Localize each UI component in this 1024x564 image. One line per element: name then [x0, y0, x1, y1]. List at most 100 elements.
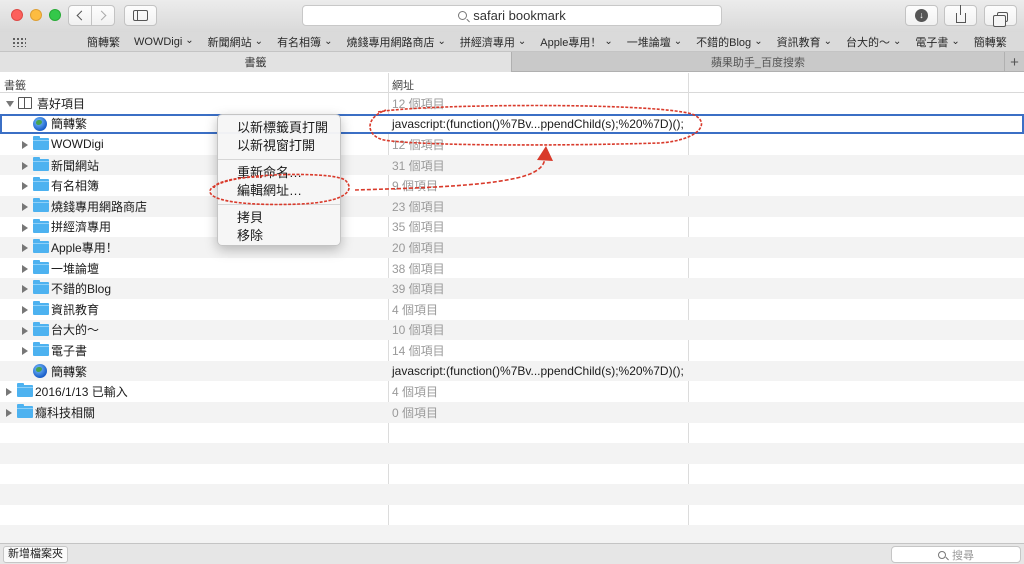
- disclosure-closed-icon[interactable]: [22, 244, 28, 253]
- forward-button[interactable]: [91, 5, 115, 26]
- bookmark-name: 一堆論壇: [51, 261, 100, 276]
- search-icon: [938, 550, 946, 559]
- folder-row[interactable]: WOWDigi 12 個項目: [0, 134, 1024, 155]
- window-toolbar: safari bookmark ↓: [0, 0, 1024, 32]
- bookmark-name: 拼經濟專用: [51, 220, 112, 235]
- item-count: 35 個項目: [392, 220, 445, 235]
- bookmark-search-field[interactable]: 搜尋: [891, 546, 1021, 563]
- item-count: 4 個項目: [392, 302, 439, 317]
- favorites-folder[interactable]: 不錯的Blog: [696, 34, 762, 50]
- tab-bookmarks[interactable]: 書籤: [0, 52, 512, 72]
- item-count: 23 個項目: [392, 199, 445, 214]
- bookmark-name: 燒錢專用網路商店: [51, 199, 148, 214]
- empty-row: [0, 464, 1024, 485]
- favorites-folder[interactable]: 資訊教育: [777, 34, 832, 50]
- bookmark-name: 資訊教育: [51, 302, 100, 317]
- folder-row[interactable]: 癮科技相關 0 個項目: [0, 401, 1024, 423]
- disclosure-closed-icon[interactable]: [22, 161, 28, 170]
- menu-copy[interactable]: 拷貝: [218, 209, 340, 227]
- new-tab-button[interactable]: +: [1004, 52, 1024, 72]
- disclosure-closed-icon[interactable]: [22, 141, 28, 150]
- favorites-folder[interactable]: 台大的～: [846, 34, 901, 50]
- disclosure-closed-icon[interactable]: [22, 223, 28, 232]
- downloads-button[interactable]: ↓: [905, 5, 938, 26]
- folder-icon: [33, 156, 49, 171]
- favorites-folder[interactable]: 一堆論壇: [627, 34, 682, 50]
- bookmark-name: 不錯的Blog: [51, 282, 112, 297]
- bookmarks-list: 喜好項目 12 個項目 簡轉繁 javascript:(function()%7Bv.…: [0, 93, 1024, 543]
- share-icon: [955, 4, 966, 23]
- close-window-button[interactable]: [11, 9, 23, 21]
- item-count: 14 個項目: [392, 343, 445, 358]
- menu-delete[interactable]: 移除: [218, 227, 340, 245]
- back-button[interactable]: [68, 5, 92, 26]
- folder-icon: [33, 136, 49, 151]
- globe-icon: [33, 116, 47, 131]
- menu-separator: [218, 159, 340, 160]
- minimize-window-button[interactable]: [30, 9, 42, 21]
- disclosure-closed-icon[interactable]: [6, 388, 12, 397]
- favorites-bookmark[interactable]: 簡轉繁: [974, 34, 1007, 50]
- bookmark-search-placeholder: 搜尋: [952, 549, 974, 562]
- item-count: 0 個項目: [392, 405, 439, 420]
- menu-open-in-new-window[interactable]: 以新視窗打開: [218, 137, 340, 155]
- folder-row[interactable]: Apple專用！ 20 個項目: [0, 237, 1024, 258]
- favorites-folder[interactable]: 新聞網站: [208, 34, 263, 50]
- zoom-window-button[interactable]: [49, 9, 61, 21]
- folder-icon: [17, 403, 33, 418]
- folder-row[interactable]: 資訊教育 4 個項目: [0, 299, 1024, 320]
- address-bar[interactable]: safari bookmark: [302, 5, 722, 26]
- tabs-overview-icon: [992, 12, 1008, 27]
- disclosure-open-icon[interactable]: [6, 101, 14, 107]
- show-all-tabs-button[interactable]: [984, 5, 1017, 27]
- bookmark-name: 有名相簿: [51, 179, 100, 194]
- disclosure-closed-icon[interactable]: [22, 347, 28, 356]
- column-header-name[interactable]: 書籤: [4, 77, 26, 93]
- favorites-bookmark[interactable]: 簡轉繁: [87, 34, 120, 50]
- favorites-folder[interactable]: 拼經濟專用: [460, 34, 526, 50]
- sidebar-toggle-button[interactable]: [124, 5, 157, 26]
- top-sites-grid-icon[interactable]: [12, 37, 26, 47]
- folder-row[interactable]: 燒錢專用網路商店 23 個項目: [0, 195, 1024, 217]
- menu-open-in-new-tab[interactable]: 以新標籤頁打開: [218, 119, 340, 137]
- bookmarks-book-icon: [18, 97, 32, 109]
- favorites-folder[interactable]: WOWDigi: [134, 36, 194, 48]
- folder-row[interactable]: 一堆論壇 38 個項目: [0, 258, 1024, 279]
- disclosure-closed-icon[interactable]: [22, 264, 28, 273]
- empty-row: [0, 443, 1024, 464]
- favorites-folder[interactable]: 有名相簿: [277, 34, 332, 50]
- favorites-root-row[interactable]: 喜好項目 12 個項目: [0, 93, 1024, 114]
- favorites-folder[interactable]: 電子書: [915, 34, 959, 50]
- folder-row[interactable]: 新聞網站 31 個項目: [0, 154, 1024, 176]
- navigation-buttons: [68, 5, 115, 26]
- column-header: 書籤 網址: [0, 73, 1024, 93]
- folder-icon: [33, 321, 49, 336]
- empty-row: [0, 505, 1024, 526]
- disclosure-closed-icon[interactable]: [22, 305, 28, 314]
- folder-row[interactable]: 台大的～ 10 個項目: [0, 319, 1024, 341]
- disclosure-closed-icon[interactable]: [22, 326, 28, 335]
- tab-baidu-search[interactable]: 蘋果助手_百度搜索: [513, 52, 1003, 72]
- folder-row[interactable]: 拼經濟專用 35 個項目: [0, 217, 1024, 238]
- new-folder-button[interactable]: 新增檔案夾: [3, 546, 68, 563]
- address-text: safari bookmark: [473, 8, 566, 23]
- bookmark-name: 台大的～: [51, 323, 100, 338]
- item-count: 9 個項目: [392, 179, 439, 194]
- menu-edit-address[interactable]: 編輯網址…: [218, 182, 340, 200]
- menu-rename[interactable]: 重新命名…: [218, 164, 340, 182]
- bookmark-row[interactable]: 簡轉繁 javascript:(function()%7Bv...ppendChi…: [0, 360, 1024, 382]
- disclosure-closed-icon[interactable]: [22, 285, 28, 294]
- favorites-folder[interactable]: Apple專用！: [540, 34, 613, 50]
- folder-row[interactable]: 電子書 14 個項目: [0, 340, 1024, 361]
- favorites-folder[interactable]: 燒錢專用網路商店: [346, 34, 445, 50]
- column-header-address[interactable]: 網址: [392, 77, 414, 93]
- share-button[interactable]: [944, 4, 977, 26]
- disclosure-closed-icon[interactable]: [22, 182, 28, 191]
- disclosure-closed-icon[interactable]: [6, 408, 12, 417]
- disclosure-closed-icon[interactable]: [22, 202, 28, 211]
- folder-row[interactable]: 有名相簿 9 個項目: [0, 175, 1024, 196]
- folder-row[interactable]: 不錯的Blog 39 個項目: [0, 278, 1024, 299]
- bookmark-row[interactable]: 簡轉繁 javascript:(function()%7Bv...ppendChi…: [0, 113, 1024, 135]
- folder-row[interactable]: 2016/1/13 已輸入 4 個項目: [0, 381, 1024, 402]
- tab-bar: 書籤 蘋果助手_百度搜索 +: [0, 52, 1024, 72]
